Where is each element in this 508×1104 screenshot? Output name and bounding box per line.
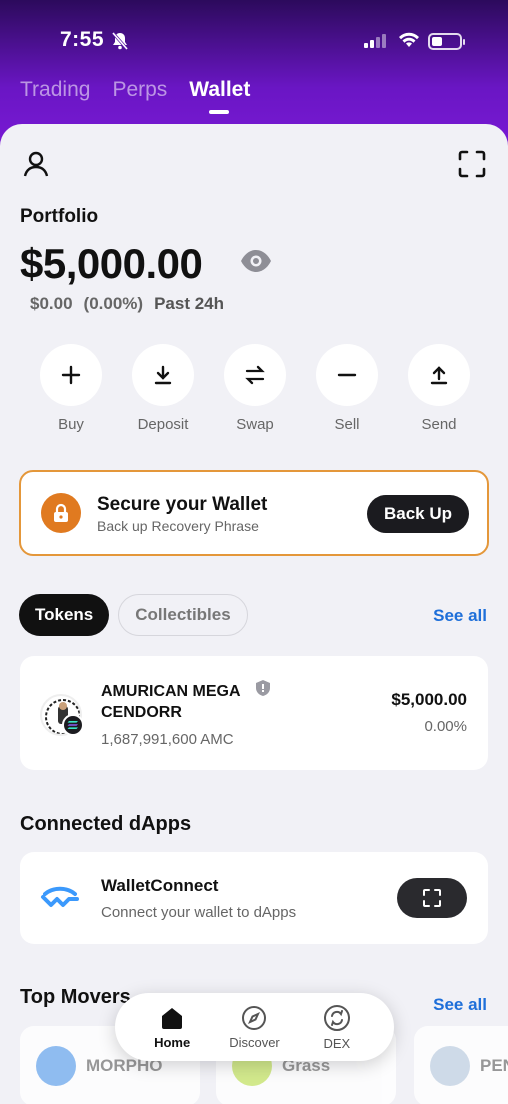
eye-icon[interactable] xyxy=(240,249,272,278)
token-name: AMURICAN MEGA CENDORR xyxy=(101,683,240,721)
nav-home[interactable]: Home xyxy=(137,1005,207,1050)
battery-icon xyxy=(428,33,465,50)
token-value: $5,000.00 xyxy=(391,690,467,709)
nav-home-label: Home xyxy=(154,1034,191,1050)
asset-tab-switcher: Tokens Collectibles xyxy=(19,594,248,636)
deposit-label: Deposit xyxy=(137,416,189,433)
send-label: Send xyxy=(421,416,457,433)
secure-wallet-subtitle: Back up Recovery Phrase xyxy=(97,518,259,534)
tab-trading[interactable]: Trading xyxy=(20,78,90,102)
nav-discover-label: Discover xyxy=(229,1034,280,1050)
download-icon xyxy=(132,344,194,406)
walletconnect-scan-button[interactable] xyxy=(397,878,467,918)
back-up-button[interactable]: Back Up xyxy=(367,495,469,533)
buy-button[interactable]: Buy xyxy=(40,344,102,433)
bell-muted-icon xyxy=(111,32,129,55)
solana-chain-icon xyxy=(62,714,84,736)
swap-icon xyxy=(224,344,286,406)
change-value: $0.00 xyxy=(30,294,73,313)
plus-icon xyxy=(40,344,102,406)
tab-tokens[interactable]: Tokens xyxy=(19,594,110,636)
buy-label: Buy xyxy=(58,416,84,433)
swap-label: Swap xyxy=(236,416,274,433)
sell-label: Sell xyxy=(334,416,360,433)
upload-icon xyxy=(408,344,470,406)
change-percent: (0.00%) xyxy=(83,294,144,313)
pen-icon xyxy=(430,1046,470,1086)
deposit-button[interactable]: Deposit xyxy=(132,344,194,433)
tab-collectibles[interactable]: Collectibles xyxy=(118,594,248,636)
bottom-nav: Home Discover DEX xyxy=(115,993,394,1061)
dex-swap-icon xyxy=(323,1004,350,1031)
scan-icon[interactable] xyxy=(458,150,486,183)
secure-wallet-banner[interactable]: Secure your Wallet Back up Recovery Phra… xyxy=(19,470,489,556)
walletconnect-icon xyxy=(40,886,80,915)
home-icon xyxy=(162,1007,183,1029)
tokens-see-all-link[interactable]: See all xyxy=(433,606,487,626)
morpho-icon xyxy=(36,1046,76,1086)
walletconnect-description: Connect your wallet to dApps xyxy=(101,904,297,921)
portfolio-label: Portfolio xyxy=(20,206,99,227)
mover-card[interactable]: PEN xyxy=(414,1026,508,1104)
profile-icon[interactable] xyxy=(22,150,50,183)
nav-dex-label: DEX xyxy=(323,1035,351,1051)
walletconnect-name: WalletConnect xyxy=(101,876,219,895)
portfolio-change: $0.00 (0.00%) Past 24h xyxy=(30,294,224,314)
wifi-icon xyxy=(398,31,420,53)
token-change: 0.00% xyxy=(424,718,467,735)
sell-button[interactable]: Sell xyxy=(316,344,378,433)
swap-button[interactable]: Swap xyxy=(224,344,286,433)
top-tab-bar: Trading Perps Wallet xyxy=(20,78,250,114)
token-amount: 1,687,991,600 AMC xyxy=(101,731,234,748)
top-movers-see-all-link[interactable]: See all xyxy=(433,995,487,1015)
send-button[interactable]: Send xyxy=(408,344,470,433)
tab-perps[interactable]: Perps xyxy=(112,78,167,102)
status-bar: 7:55 xyxy=(0,28,508,58)
cellular-signal-icon xyxy=(364,34,386,48)
tab-wallet[interactable]: Wallet xyxy=(189,78,250,114)
status-time: 7:55 xyxy=(60,28,105,51)
token-row[interactable]: AMURICAN MEGA CENDORR 1,687,991,600 AMC … xyxy=(20,656,488,770)
nav-discover[interactable]: Discover xyxy=(219,1005,289,1050)
action-row: Buy Deposit Swap Sell Send xyxy=(40,344,470,433)
minus-icon xyxy=(316,344,378,406)
wallet-sheet: Portfolio $5,000.00 $0.00 (0.00%) Past 2… xyxy=(0,124,508,1104)
connected-dapps-title: Connected dApps xyxy=(20,813,192,835)
compass-icon xyxy=(242,1005,267,1030)
nav-dex[interactable]: DEX xyxy=(302,1004,372,1051)
top-movers-title: Top Movers xyxy=(20,986,131,1008)
portfolio-balance: $5,000.00 xyxy=(20,240,203,287)
lock-icon xyxy=(41,493,81,533)
secure-wallet-title: Secure your Wallet xyxy=(97,494,268,515)
change-period: Past 24h xyxy=(154,294,225,313)
mover-name: PEN xyxy=(480,1056,508,1075)
walletconnect-row[interactable]: WalletConnect Connect your wallet to dAp… xyxy=(20,852,488,944)
shield-icon xyxy=(256,680,270,701)
